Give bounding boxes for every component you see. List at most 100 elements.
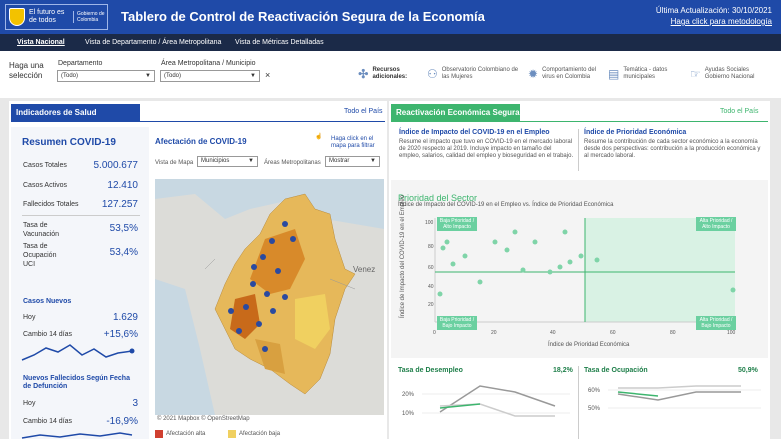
map-credit: © 2021 Mapbox © OpenStreetMap — [157, 416, 250, 422]
resource-observatorio[interactable]: ⚇ Observatorio Colombiano de las Mujeres — [427, 67, 522, 81]
stat-label: Tasa de Ocupación UCI — [23, 243, 57, 268]
y-tick: 40 — [428, 284, 434, 290]
dept-value: (Todo) — [61, 73, 79, 79]
country-label: Venez — [353, 265, 376, 274]
health-tab[interactable]: Indicadores de Salud — [11, 104, 140, 121]
new-cases-hoy-value: 1.629 — [112, 312, 138, 323]
quadrant-top-right: Alta Prioridad / Alto Impacto — [696, 217, 736, 231]
ocupacion-title: Tasa de Ocupación — [584, 367, 648, 374]
government-logo: El futuro es de todos Gobierno de Colomb… — [5, 4, 108, 30]
impact-title: Índice de Impacto del COVID-19 en el Emp… — [399, 129, 550, 136]
impact-desc: Resume el impacto que tuvo en COVID-19 e… — [399, 139, 574, 159]
covid-map[interactable]: Venez — [155, 179, 384, 415]
logo-text: El futuro es de todos — [29, 9, 65, 24]
summary-box — [11, 127, 149, 439]
area-select[interactable]: (Todo) ▼ — [160, 70, 260, 82]
legend-high-label: Afectación alta — [166, 431, 206, 437]
stat-value: 127.257 — [101, 199, 138, 210]
chevron-down-icon: ▼ — [250, 73, 256, 79]
new-deaths-sparkline — [21, 432, 133, 439]
area-value: (Todo) — [164, 73, 182, 79]
document-icon: ▤ — [608, 67, 620, 81]
quadrant-bottom-left: Baja Prioridad / Bajo Impacto — [437, 316, 477, 330]
stat-label: Fallecidos Totales — [23, 201, 79, 208]
x-tick: 80 — [670, 330, 676, 336]
x-tick: 60 — [610, 330, 616, 336]
chevron-down-icon: ▼ — [248, 158, 254, 164]
priority-scatter: 100 80 60 40 20 0 20 40 60 80 100 — [425, 218, 736, 336]
health-all-country[interactable]: Todo el País — [344, 108, 383, 115]
stat-label: Tasa de Vacunación — [23, 222, 60, 238]
x-tick: 0 — [433, 330, 436, 336]
resources-text: Recursos adicionales: — [372, 67, 408, 80]
colombia-map-svg — [155, 179, 384, 415]
stat-label: Casos Activos — [23, 182, 67, 189]
resource-label: Ayudas Sociales Gobierno Nacional — [704, 67, 755, 80]
hand-icon: ☞ — [690, 67, 701, 81]
legend-high-swatch — [155, 430, 163, 438]
x-tick: 20 — [491, 330, 497, 336]
svg-text:60%: 60% — [588, 388, 601, 394]
areas-value: Mostrar — [329, 158, 350, 164]
map-title: Afectación de COVID-19 — [155, 137, 247, 146]
svg-text:10%: 10% — [402, 411, 415, 417]
new-deaths-change-value: -16,9% — [106, 416, 138, 427]
y-tick: 20 — [428, 302, 434, 308]
pointer-icon: ☝ — [315, 134, 322, 141]
desempleo-title: Tasa de Desempleo — [398, 367, 463, 374]
stat-value: 5.000.677 — [93, 160, 139, 171]
area-label: Área Metropolitana / Municipio — [161, 60, 256, 67]
y-tick: 60 — [428, 265, 434, 271]
priority-desc: Resume la contribución de cada sector ec… — [584, 139, 761, 159]
map-view-label: Vista de Mapa — [155, 160, 194, 166]
chevron-down-icon: ▼ — [145, 73, 151, 79]
stat-value: 53,4% — [109, 247, 138, 258]
map-view-select[interactable]: Municipios ▼ — [197, 156, 258, 167]
tab-metricas-detalladas[interactable]: Vista de Métricas Detalladas — [235, 39, 324, 46]
areas-select[interactable]: Mostrar ▼ — [325, 156, 380, 167]
map-hint: Haga click en el mapa para filtrar — [331, 136, 375, 149]
page-title: Tablero de Control de Reactivación Segur… — [121, 9, 485, 24]
stat-value: 53,5% — [109, 223, 138, 234]
legend-low-label: Afectación baja — [239, 431, 281, 437]
tab-vista-departamento[interactable]: Vista de Departamento / Área Metropolita… — [85, 39, 221, 46]
new-cases-change-label: Cambio 14 días — [23, 331, 73, 338]
resource-label: Temática - datos municipales — [623, 67, 668, 80]
clear-filter-button[interactable]: × — [265, 70, 270, 80]
chevron-down-icon: ▼ — [370, 158, 376, 164]
priority-title: Índice de Prioridad Económica — [584, 129, 687, 136]
desempleo-chart: 20% 10% — [402, 385, 570, 417]
ocupacion-value: 50,9% — [738, 367, 758, 374]
new-cases-title: Casos Nuevos — [23, 298, 72, 305]
economic-all-country[interactable]: Todo el País — [720, 108, 759, 115]
ocupacion-chart: 60% 50% — [588, 385, 761, 412]
new-deaths-hoy-label: Hoy — [23, 400, 36, 407]
pointer-icon: ✣ — [358, 67, 369, 81]
quadrant-bottom-right: Alta Prioridad / Bajo Impacto — [696, 316, 736, 330]
svg-text:20%: 20% — [402, 392, 415, 398]
areas-label: Áreas Metropolitanas — [264, 160, 321, 166]
header: El futuro es de todos Gobierno de Colomb… — [0, 0, 781, 34]
dept-select[interactable]: (Todo) ▼ — [57, 70, 155, 82]
svg-text:50%: 50% — [588, 406, 601, 412]
methodology-link[interactable]: Haga click para metodología — [656, 16, 772, 27]
update-date: Última Actualización: 30/10/2021 — [655, 6, 772, 15]
x-tick: 100 — [727, 330, 736, 336]
shield-icon — [9, 8, 25, 26]
resource-tematica[interactable]: ▤ Temática - datos municipales — [608, 67, 686, 81]
filter-prompt: Haga una selección — [9, 61, 44, 80]
resource-ayudas[interactable]: ☞ Ayudas Sociales Gobierno Nacional — [690, 67, 775, 81]
y-tick: 80 — [428, 244, 434, 250]
economic-tab[interactable]: Reactivación Económica Segura — [391, 104, 520, 121]
summary-title: Resumen COVID-19 — [22, 137, 116, 148]
update-info: Última Actualización: 30/10/2021 Haga cl… — [656, 5, 772, 27]
resource-comportamiento[interactable]: ✹ Comportamiento del virus en Colombia — [528, 67, 603, 81]
tab-vista-nacional[interactable]: Vista Nacional — [17, 39, 65, 46]
stat-label: Casos Totales — [23, 162, 67, 169]
y-axis-label: Índice de Impacto del COVID-19 en el Emp… — [400, 194, 406, 318]
resource-label: Comportamiento del virus en Colombia — [542, 67, 597, 80]
resource-label: Observatorio Colombiano de las Mujeres — [441, 67, 519, 80]
map-view-value: Municipios — [201, 158, 230, 164]
desempleo-value: 18,2% — [553, 367, 573, 374]
new-deaths-change-label: Cambio 14 días — [23, 418, 73, 425]
